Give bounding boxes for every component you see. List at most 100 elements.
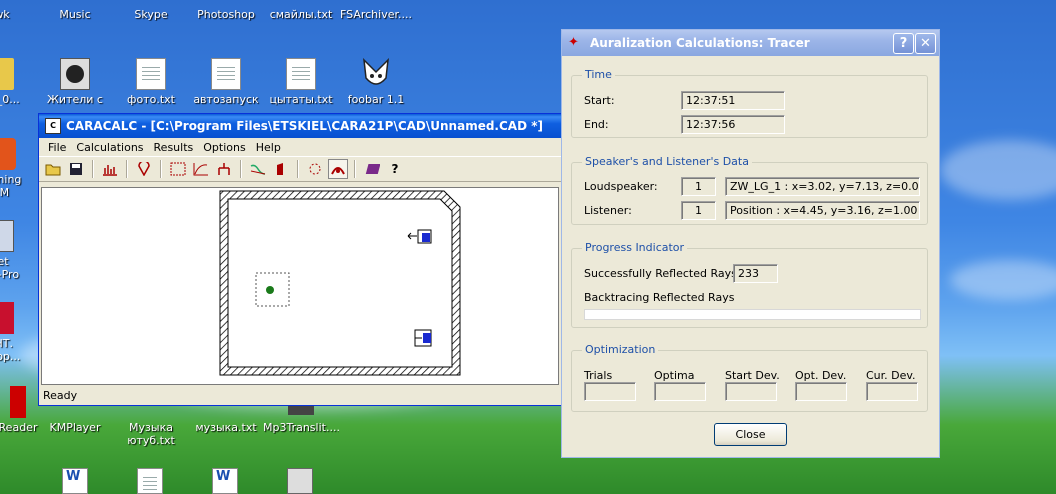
desktop-icon-fsarchiver[interactable]: FSArchiver.... [338,8,414,21]
room-icon[interactable] [168,159,188,179]
desktop-icon-label: Skype [134,8,168,21]
listener-marker[interactable] [266,286,274,294]
door-icon[interactable] [271,159,291,179]
rays-icon[interactable] [305,159,325,179]
time-group: Time Start: 12:37:51 End: 12:37:56 [571,68,928,138]
optima-label: Optima [654,369,695,382]
loudspeaker-marker-2[interactable] [414,329,432,347]
desktop-icon-avtozapusk[interactable]: автозапуск [188,58,264,106]
backtracing-label: Backtracing Reflected Rays [584,291,735,304]
menu-file[interactable]: File [43,141,71,154]
desktop-icon-label: Жители с [47,93,103,106]
desktop-icon-top-0[interactable]: wk [0,8,40,21]
caracalc-app-icon: C [45,118,61,134]
speaker-icon[interactable] [134,159,154,179]
reflected-rays-label: Successfully Reflected Rays: [584,267,741,280]
cur-dev-field [866,382,918,401]
desktop-icon-row2-0[interactable]: _0_0... [0,58,40,106]
loudspeaker-info-field: ZW_LG_1 : x=3.02, y=7.13, z=0.00 [725,177,920,196]
word-doc-icon: W [212,468,238,494]
listener-info-field: Position : x=4.45, y=3.16, z=1.00 [725,201,920,220]
desktop-icon-label: цытаты.txt [269,93,333,106]
open-folder-icon[interactable] [43,159,63,179]
opt-dev-field [795,382,847,401]
menu-calculations[interactable]: Calculations [71,141,148,154]
caracalc-title: CARACALC - [C:\Program Files\ETSKIEL\CAR… [66,119,543,133]
word-doc-icon: W [62,468,88,494]
graph-icon[interactable] [191,159,211,179]
menu-options[interactable]: Options [198,141,250,154]
desktop-icon-mp3translit[interactable]: Mp3Translit.... [263,404,339,434]
desktop-icon-foobar[interactable]: foobar 1.1 [338,57,414,106]
desktop-icon-burning[interactable]: Burning OM [0,138,38,199]
progress-group-title: Progress Indicator [582,241,688,254]
end-label: End: [584,118,609,131]
app-icon [0,302,14,334]
tree-icon[interactable] [214,159,234,179]
optima-field [654,382,706,401]
reflected-rays-field: 233 [733,264,778,283]
help-button[interactable]: ? [893,33,914,54]
desktop-icon-label: фото.txt [127,93,175,106]
trials-field [584,382,636,401]
start-dev-field [725,382,777,401]
desktop-icon-label: нфор... [0,350,21,363]
close-button[interactable]: Close [714,423,787,446]
save-icon[interactable] [66,159,86,179]
desktop-icon-label: Photoshop [197,8,255,21]
loudspeaker-number-field: 1 [681,177,716,196]
auralization-dialog: ✦ Auralization Calculations: Tracer ? ✕ … [561,29,940,458]
menubar: File Calculations Results Options Help [39,138,561,156]
pdf-icon [10,386,26,418]
start-label: Start: [584,94,615,107]
menu-help[interactable]: Help [251,141,286,154]
speaker-listener-group: Speaker's and Listener's Data Loudspeake… [571,155,928,225]
desktop-icon-muzyka[interactable]: музыка.txt [188,404,264,434]
desktop-icon-kmplayer[interactable]: KMPlayer [37,404,113,434]
start-time-field: 12:37:51 [681,91,785,110]
start-dev-label: Start Dev. [725,369,780,382]
desktop-icon-label: АНТ. [0,337,13,350]
close-icon[interactable]: ✕ [915,33,936,54]
desktop-icon-label: FSArchiver.... [340,8,412,21]
desktop-icon-foto[interactable]: фото.txt [113,58,189,106]
toolbar: ? [39,156,561,182]
dialog-titlebar[interactable]: ✦ Auralization Calculations: Tracer [562,30,939,56]
desktop-icon-zhiteli[interactable]: Жители с [37,58,113,106]
menu-results[interactable]: Results [149,141,199,154]
help-icon[interactable]: ? [385,159,405,179]
folder-icon [0,58,14,90]
text-file-icon [286,58,316,90]
text-file-icon [211,58,241,90]
desktop-icon-label: ket [0,255,9,268]
desktop-icon-photoshop[interactable]: Photoshop [188,8,264,21]
caracalc-window: C CARACALC - [C:\Program Files\ETSKIEL\C… [38,113,562,406]
status-bar: Ready [43,389,78,402]
cad-canvas[interactable] [41,187,559,385]
progress-group: Progress Indicator Successfully Reflecte… [571,241,928,328]
desktop-icon-ket[interactable]: ket ller-Pro [0,220,38,281]
desktop-icon-music[interactable]: Music [37,8,113,21]
end-time-field: 12:37:56 [681,115,785,134]
desktop-icon-tsytaty[interactable]: цытаты.txt [263,58,339,106]
desktop-icon-skype[interactable]: Skype [113,8,189,21]
desktop-icon-muzyka-yutub[interactable]: Музыка ютуб.txt [113,404,189,447]
chart-icon[interactable] [100,159,120,179]
text-file-icon [137,468,163,494]
wave-icon[interactable] [248,159,268,179]
desktop-icon-smiles[interactable]: смайлы.txt [263,8,339,21]
text-file-icon [136,58,166,90]
optimization-group-title: Optimization [582,343,659,356]
desktop-icon-ant[interactable]: АНТ. нфор... [0,302,38,363]
listener-label: Listener: [584,204,632,217]
auralization-icon[interactable] [328,159,348,179]
caracalc-titlebar[interactable]: C CARACALC - [C:\Program Files\ETSKIEL\C… [39,114,561,138]
app-icon [60,58,90,90]
desktop-icon-label: ller-Pro [0,268,20,281]
loudspeaker-label: Loudspeaker: [584,180,658,193]
desktop-icon-label: foobar 1.1 [347,93,405,106]
burning-icon [0,138,16,170]
book-icon[interactable] [362,159,382,179]
trials-label: Trials [584,369,613,382]
cur-dev-label: Cur. Dev. [866,369,916,382]
